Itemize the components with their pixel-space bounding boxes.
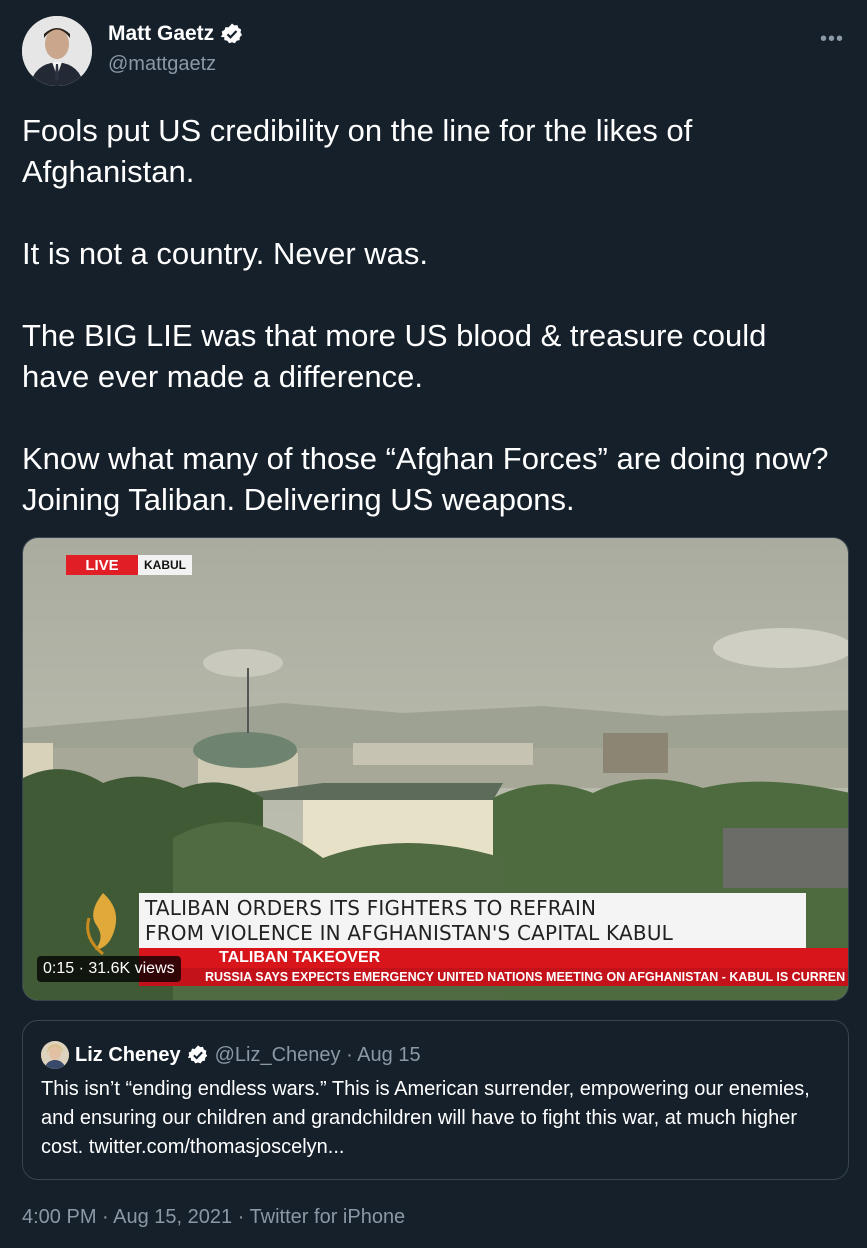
quoted-tweet-text: This isn’t “ending endless wars.” This i… xyxy=(41,1078,810,1158)
live-label: LIVE xyxy=(66,555,138,575)
author-avatar[interactable] xyxy=(22,16,92,86)
video-player[interactable]: LIVE KABUL TALIBAN ORDERS ITS FIGHTERS T… xyxy=(22,537,849,1001)
live-badge: LIVE KABUL xyxy=(66,555,192,575)
channel-logo-icon xyxy=(86,893,117,956)
verified-badge-icon xyxy=(220,22,244,46)
banner-text: TALIBAN TAKEOVER xyxy=(219,949,381,966)
author-handle[interactable]: @mattgaetz xyxy=(108,53,216,76)
video-stats: 0:15 · 31.6K views xyxy=(37,956,181,982)
tweet-paragraph: Know what many of those “Afghan Forces” … xyxy=(22,441,829,517)
tweet-paragraph: Fools put US credibility on the line for… xyxy=(22,113,693,189)
quoted-author-name: Liz Cheney xyxy=(75,1043,181,1066)
author-name-row[interactable]: Matt Gaetz xyxy=(108,22,244,46)
news-ticker: RUSSIA SAYS EXPECTS EMERGENCY UNITED NAT… xyxy=(205,970,846,984)
more-options-icon[interactable]: ••• xyxy=(820,28,844,51)
tweet-paragraph: The BIG LIE was that more US blood & tre… xyxy=(22,318,767,394)
quoted-handle-date: @Liz_Cheney · Aug 15 xyxy=(214,1043,421,1066)
verified-badge-icon xyxy=(187,1044,209,1066)
tweet-text: Fools put US credibility on the line for… xyxy=(22,110,842,520)
headline-line-1: TALIBAN ORDERS ITS FIGHTERS TO REFRAIN xyxy=(145,896,597,920)
tweet-timestamp[interactable]: 4:00 PM · Aug 15, 2021 · Twitter for iPh… xyxy=(22,1206,405,1229)
quoted-author-avatar xyxy=(41,1041,69,1069)
location-label: KABUL xyxy=(138,555,192,575)
author-name[interactable]: Matt Gaetz xyxy=(108,22,214,46)
tweet-paragraph: It is not a country. Never was. xyxy=(22,236,429,271)
quoted-tweet-header: Liz Cheney @Liz_Cheney · Aug 15 xyxy=(41,1041,421,1069)
news-headline: TALIBAN ORDERS ITS FIGHTERS TO REFRAIN F… xyxy=(139,893,806,948)
quoted-tweet[interactable]: Liz Cheney @Liz_Cheney · Aug 15 This isn… xyxy=(22,1020,849,1180)
headline-line-2: FROM VIOLENCE IN AFGHANISTAN'S CAPITAL K… xyxy=(145,921,674,945)
